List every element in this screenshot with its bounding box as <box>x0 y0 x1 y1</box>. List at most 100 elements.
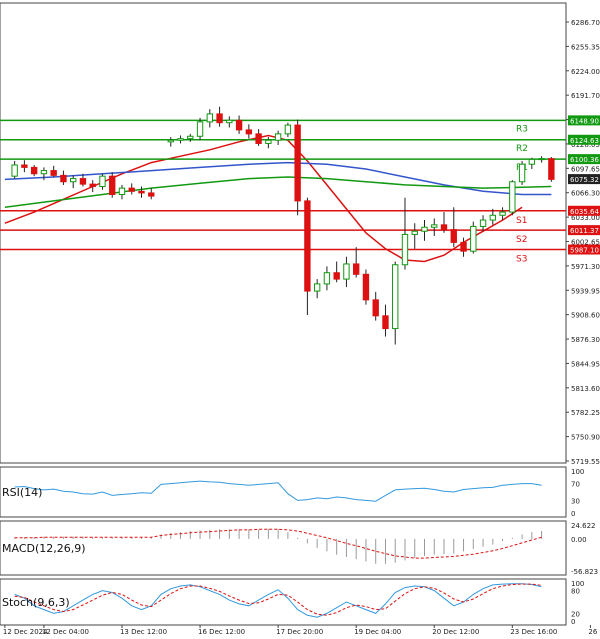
candle <box>167 137 174 147</box>
candle-body <box>450 229 457 243</box>
candle <box>392 261 399 345</box>
candle-body <box>538 158 545 161</box>
x-tick-label: 16 Dec 12:00 <box>198 628 245 636</box>
candle <box>226 116 233 128</box>
indicator-tick-label: 0 <box>571 510 575 518</box>
candle-body <box>333 272 340 280</box>
candle-body <box>128 187 135 192</box>
indicator-tick-label: -56.823 <box>571 568 598 576</box>
candle-body <box>79 178 87 185</box>
candle-body <box>294 124 301 202</box>
candle-body <box>11 164 18 177</box>
moving-average-fast <box>4 134 523 263</box>
candle-body <box>353 263 360 275</box>
candle <box>323 266 331 291</box>
indicator-tick-label: 24.622 <box>571 522 596 530</box>
candle <box>50 165 57 177</box>
candle <box>138 186 145 198</box>
candle <box>245 124 253 139</box>
x-tick-label: 13 Dec 12:00 <box>120 628 167 636</box>
candle-body <box>431 224 438 228</box>
level-name-s3: S3 <box>516 254 527 264</box>
candle-body <box>70 178 77 183</box>
candle-body <box>99 175 106 188</box>
current-price-label: 6075.32 <box>570 176 599 184</box>
candle <box>431 218 438 237</box>
candle-body <box>265 139 272 144</box>
indicator-tick-label: 30 <box>571 497 580 505</box>
candle <box>89 180 96 193</box>
candle <box>294 119 301 216</box>
candle <box>255 129 262 146</box>
candle <box>421 220 428 241</box>
candle <box>187 133 194 142</box>
indicator-tick-label: 100 <box>571 468 584 476</box>
candle <box>30 164 38 177</box>
level-price-label: 6035.64 <box>570 208 599 216</box>
candle-body <box>479 219 487 227</box>
level-name-s2: S2 <box>516 235 527 245</box>
candle <box>450 207 457 248</box>
candle-body <box>323 272 331 285</box>
level-name-s1: S1 <box>516 216 527 226</box>
candle <box>118 184 126 200</box>
candle-body <box>109 175 116 196</box>
candle-body <box>372 299 379 317</box>
chart-svg: 6286.706255.356224.006191.706160.356128.… <box>0 2 600 636</box>
indicator-series-line <box>14 583 542 618</box>
candle <box>274 130 282 146</box>
indicator-tick-label: 80 <box>571 588 580 596</box>
candle-body <box>89 183 96 188</box>
x-tick-label: 12 Dec 04:00 <box>42 628 89 636</box>
candle <box>401 197 409 270</box>
candle-body <box>382 315 389 330</box>
x-tick-label: 20 Dec 12:00 <box>432 628 479 636</box>
moving-average-slow <box>4 176 552 209</box>
candle <box>313 279 321 299</box>
candle-body <box>470 225 477 252</box>
indicator-panel-frame-2 <box>0 578 567 626</box>
price-tick-label: 6097.65 <box>571 165 600 173</box>
level-price-label: 6148.90 <box>570 117 599 125</box>
candle-body <box>148 192 155 197</box>
candle <box>196 117 204 141</box>
level-price-label: 6124.63 <box>570 137 599 145</box>
candle-body <box>187 135 194 140</box>
candle-body <box>118 187 126 196</box>
level-name-r3: R3 <box>516 124 528 134</box>
candle <box>372 291 379 321</box>
price-tick-label: 5844.95 <box>571 360 600 368</box>
candle <box>21 160 28 173</box>
candle <box>470 221 477 254</box>
indicator-series-line <box>14 480 542 502</box>
price-tick-label: 6286.70 <box>571 19 600 27</box>
candle-body <box>421 226 428 232</box>
candle-body <box>196 121 204 137</box>
candle-body <box>255 133 262 144</box>
candle-body <box>30 166 38 175</box>
candle-body <box>460 241 467 252</box>
candle <box>304 197 311 316</box>
candle <box>343 256 350 288</box>
candle <box>509 180 516 216</box>
price-tick-label: 5719.55 <box>571 458 600 466</box>
candle <box>109 172 116 198</box>
level-price-label: 5987.10 <box>570 246 599 254</box>
indicator-label: RSI(14) <box>2 486 42 499</box>
candle-body <box>245 129 253 135</box>
candle-body <box>313 283 321 292</box>
candle <box>353 247 360 278</box>
candle <box>128 183 135 195</box>
level-price-label: 6011.37 <box>570 227 599 235</box>
candle-body <box>304 200 311 292</box>
candle <box>548 157 555 182</box>
candle-body <box>440 224 448 231</box>
candle-body <box>40 170 48 175</box>
price-tick-label: 6224.00 <box>571 68 600 76</box>
candle-body <box>548 158 555 180</box>
candle-body <box>411 230 418 235</box>
candle <box>382 304 389 337</box>
candle-body <box>177 138 184 141</box>
candle <box>11 161 18 179</box>
price-tick-label: 5939.95 <box>571 287 600 295</box>
